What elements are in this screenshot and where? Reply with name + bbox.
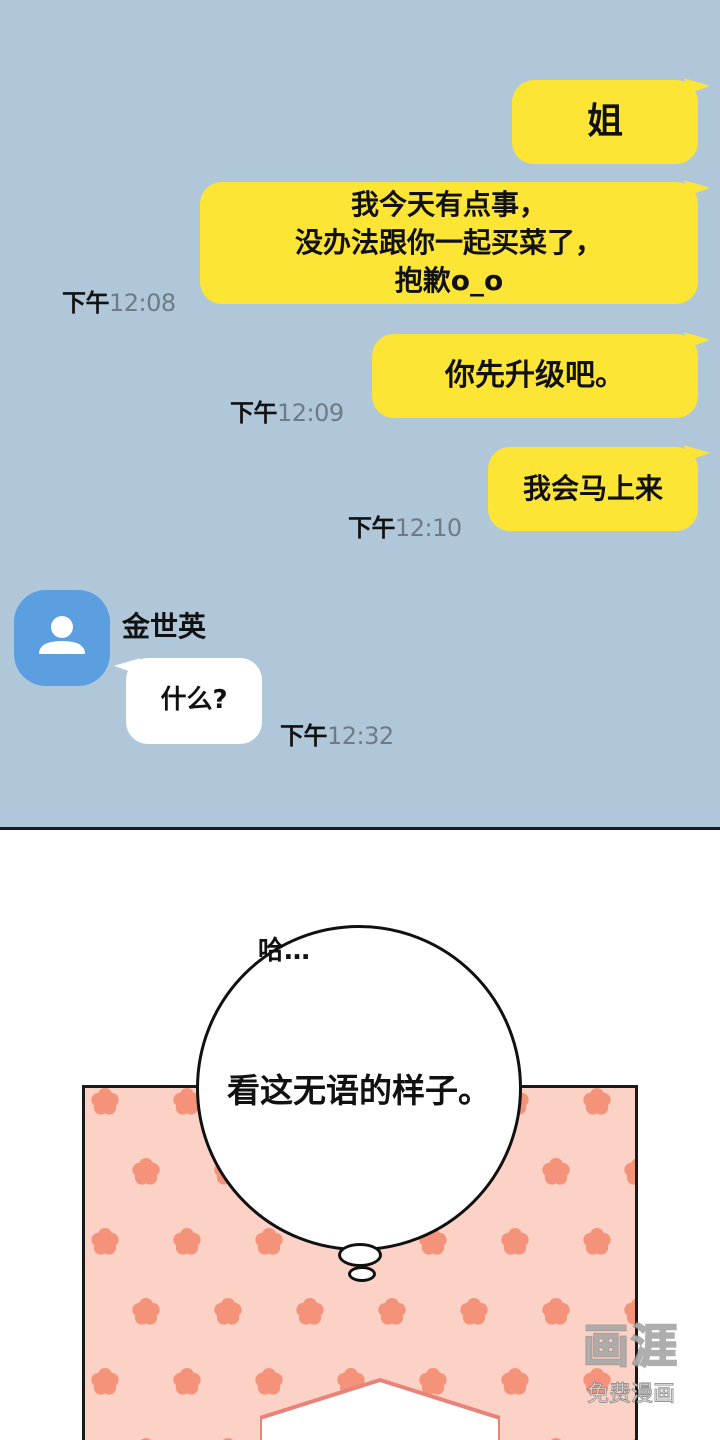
watermark: 画涯 免费漫画 <box>566 1310 696 1408</box>
flower-icon <box>132 1298 160 1325</box>
timestamp-ampm: 下午 <box>230 399 278 427</box>
message-timestamp: 下午12:32 <box>280 716 394 751</box>
sender-name: 金世英 <box>122 610 207 643</box>
flower-icon <box>583 1228 611 1255</box>
thought-text: 看这无语的样子。 <box>227 1071 491 1110</box>
flower-icon <box>173 1228 201 1255</box>
message-bubble-4: 我会马上来 <box>488 447 698 531</box>
timestamp-ampm: 下午 <box>62 289 110 317</box>
message-line: 什么? <box>160 685 228 716</box>
message-timestamp: 下午12:09 <box>230 393 344 428</box>
message-bubble-3: 你先升级吧。 <box>372 334 698 418</box>
thought-bubble-tail <box>348 1266 376 1282</box>
message-timestamp: 下午12:08 <box>62 283 176 318</box>
message-line: 我会马上来 <box>522 472 663 506</box>
timestamp-ampm: 下午 <box>348 514 396 542</box>
flower-icon <box>583 1088 611 1115</box>
message-bubble-2: 我今天有点事， 没办法跟你一起买菜了， 抱歉o_o <box>200 182 698 304</box>
avatar[interactable] <box>14 590 110 686</box>
message-bubble-1: 姐 <box>512 80 698 164</box>
chat-panel: 姐 我今天有点事， 没办法跟你一起买菜了， 抱歉o_o 下午12:08 你先升级… <box>0 0 720 830</box>
flower-icon <box>91 1228 119 1255</box>
watermark-logo: 画涯 <box>582 1318 679 1374</box>
thought-bubble-tail <box>338 1243 382 1267</box>
flower-icon <box>132 1158 160 1185</box>
flower-icon <box>501 1368 529 1395</box>
timestamp-time: 12:08 <box>109 289 176 317</box>
message-line: 没办法跟你一起买菜了， <box>294 226 603 260</box>
timestamp-time: 12:32 <box>327 722 394 750</box>
timestamp-ampm: 下午 <box>280 722 328 750</box>
flower-icon <box>624 1158 635 1185</box>
comic-panel: 看这无语的样子。 哈… 画涯 免费漫画 <box>0 830 720 1440</box>
flower-icon <box>91 1368 119 1395</box>
flower-icon <box>214 1298 242 1325</box>
flower-icon <box>501 1228 529 1255</box>
flower-icon <box>542 1158 570 1185</box>
person-icon <box>39 616 85 654</box>
character-head-outline <box>260 1378 500 1440</box>
flower-icon <box>91 1088 119 1115</box>
message-line: 你先升级吧。 <box>445 357 625 393</box>
incoming-message-bubble: 什么? <box>126 658 262 744</box>
watermark-text: 免费漫画 <box>586 1382 675 1408</box>
flower-icon <box>255 1228 283 1255</box>
flower-icon <box>378 1298 406 1325</box>
message-line: 我今天有点事， <box>350 188 547 222</box>
sigh-text: 哈… <box>258 936 311 966</box>
message-line: 抱歉o_o <box>394 263 504 297</box>
flower-icon <box>296 1298 324 1325</box>
message-timestamp: 下午12:10 <box>348 508 462 543</box>
timestamp-time: 12:10 <box>395 514 462 542</box>
timestamp-time: 12:09 <box>277 399 344 427</box>
message-line: 姐 <box>586 100 623 142</box>
flower-icon <box>460 1298 488 1325</box>
thought-bubble: 看这无语的样子。 <box>196 925 522 1251</box>
flower-icon <box>173 1368 201 1395</box>
